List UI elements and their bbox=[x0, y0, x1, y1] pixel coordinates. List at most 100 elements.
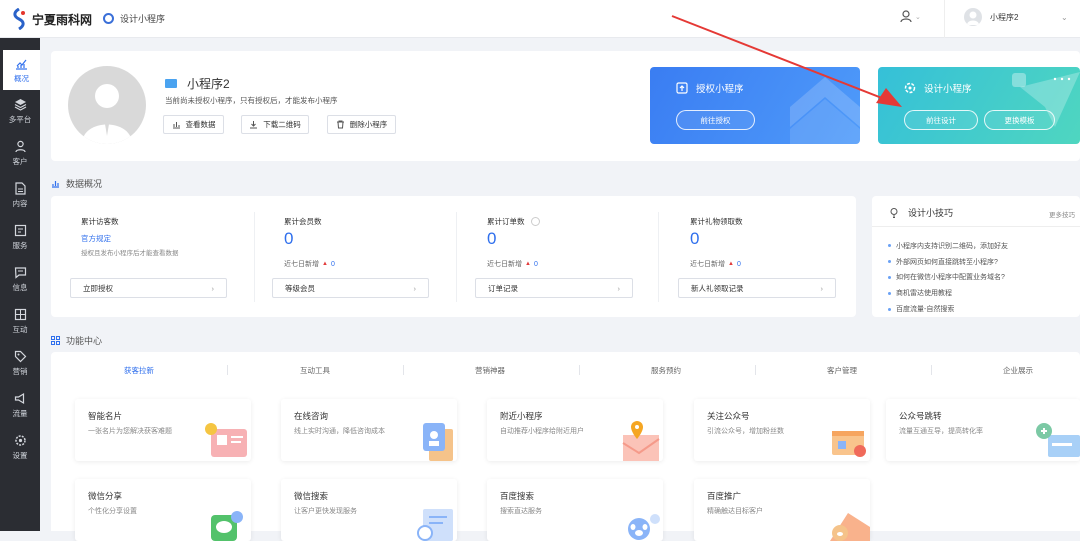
logo-icon bbox=[13, 8, 25, 30]
chevron-right-icon: › bbox=[820, 283, 824, 293]
info-icon[interactable] bbox=[530, 217, 540, 226]
tab-customer-management[interactable]: 客户管理 bbox=[827, 365, 857, 376]
avatar bbox=[964, 8, 982, 26]
bullet-icon bbox=[888, 275, 891, 279]
feature-card-nearby[interactable]: 附近小程序 自动推荐小程序给附近用户 bbox=[487, 399, 663, 461]
tab-company-showcase[interactable]: 企业展示 bbox=[1003, 365, 1033, 376]
sidebar-item-label: 互动 bbox=[12, 324, 28, 334]
feature-title: 百度推广 bbox=[707, 491, 742, 501]
sidebar-item-label: 概况 bbox=[14, 73, 29, 83]
chevron-right-icon: › bbox=[413, 283, 417, 293]
settings-icon bbox=[14, 434, 26, 446]
tab-interactive-tools[interactable]: 互动工具 bbox=[300, 365, 330, 376]
feature-card-account-jump[interactable]: 公众号跳转 流量互通互导，提高转化率 bbox=[886, 399, 1080, 461]
member-level-button[interactable]: 等级会员 › bbox=[272, 278, 429, 298]
gift-records-button[interactable]: 新人礼领取记录 › bbox=[678, 278, 836, 298]
design-icon bbox=[103, 13, 114, 24]
button-label: 查看数据 bbox=[185, 120, 216, 129]
jump-link-icon bbox=[1036, 423, 1080, 457]
more-tips-link[interactable]: 更多技巧 bbox=[1049, 209, 1080, 219]
tag-icon bbox=[14, 350, 26, 362]
tab-service-booking[interactable]: 服务预约 bbox=[651, 365, 681, 376]
service-icon bbox=[14, 224, 26, 236]
sidebar-item-messages[interactable]: 信息 bbox=[0, 259, 40, 299]
tip-item[interactable]: 如何在微信小程序中配置业务域名? bbox=[888, 270, 1008, 286]
baidu-paw-icon bbox=[628, 514, 660, 540]
tab-customer-acquisition[interactable]: 获客拉新 bbox=[124, 365, 154, 376]
stat-label: 累计礼物领取数 bbox=[690, 217, 743, 226]
sidebar-item-traffic[interactable]: 流量 bbox=[0, 385, 40, 425]
message-icon bbox=[14, 266, 26, 279]
feature-card-smart-card[interactable]: 智能名片 一张名片为您解决获客难题 bbox=[75, 399, 251, 461]
view-data-button[interactable]: 查看数据 bbox=[163, 115, 224, 134]
button-label: 等级会员 bbox=[285, 283, 315, 293]
tip-item[interactable]: 商机雷达使用教程 bbox=[888, 285, 1008, 301]
order-records-button[interactable]: 订单记录 › bbox=[475, 278, 633, 298]
feature-card-follow-account[interactable]: 关注公众号 引流公众号，增加粉丝数 bbox=[694, 399, 870, 461]
sidebar-item-label: 服务 bbox=[12, 240, 28, 250]
download-qrcode-button[interactable]: 下载二维码 bbox=[241, 115, 309, 134]
stat-sub: 近七日新增 ▲ 0 bbox=[487, 259, 538, 269]
feature-card-online-chat[interactable]: 在线咨询 线上实时沟通，降低咨询成本 bbox=[281, 399, 457, 461]
avatar bbox=[68, 66, 146, 144]
chevron-right-icon: › bbox=[617, 283, 621, 293]
sidebar-item-settings[interactable]: 设置 bbox=[0, 427, 40, 467]
stat-value: 0 bbox=[487, 229, 497, 248]
tip-item[interactable]: 百度流量-自然搜索 bbox=[888, 301, 1008, 317]
sidebar-item-interaction[interactable]: 互动 bbox=[0, 301, 40, 341]
divider bbox=[254, 212, 255, 302]
stat-sub-value: 0 bbox=[533, 260, 538, 268]
chart-icon bbox=[52, 181, 59, 188]
chevron-down-icon[interactable]: ⌄ bbox=[1061, 13, 1068, 22]
tip-text: 百度流量-自然搜索 bbox=[896, 306, 955, 314]
tip-text: 外部网页如何直接跳转至小程序? bbox=[896, 258, 998, 266]
layers-icon bbox=[14, 98, 26, 111]
account-switcher[interactable]: 小程序2 bbox=[964, 8, 1018, 26]
feature-card-baidu-promotion[interactable]: 百度推广 精确触达目标客户 bbox=[694, 479, 870, 541]
go-design-button[interactable]: 前往设计 bbox=[904, 110, 978, 130]
tip-item[interactable]: 小程序内支持识别二维码，添加好友 bbox=[888, 238, 1008, 254]
button-label: 删除小程序 bbox=[349, 120, 388, 129]
authorize-note: 当前尚未授权小程序，只有授权后，才能发布小程序 bbox=[165, 96, 338, 105]
interact-icon bbox=[14, 308, 26, 320]
feature-card-baidu-search[interactable]: 百度搜索 搜索直达服务 bbox=[487, 479, 663, 541]
feature-card-wechat-search[interactable]: 微信搜索 让客户更快发现服务 bbox=[281, 479, 457, 541]
design-title: 设计小程序 bbox=[924, 84, 972, 95]
chevron-right-icon: › bbox=[211, 283, 215, 293]
sidebar-item-multiplatform[interactable]: 多平台 bbox=[0, 91, 40, 131]
chart-icon bbox=[172, 122, 180, 129]
delete-miniprogram-button[interactable]: 删除小程序 bbox=[327, 115, 396, 134]
trash-icon bbox=[336, 120, 344, 129]
divider bbox=[931, 365, 932, 375]
map-pin-icon bbox=[622, 421, 660, 461]
divider bbox=[944, 0, 945, 38]
tab-marketing-tools[interactable]: 营销神器 bbox=[475, 365, 505, 376]
sidebar-item-label: 客户 bbox=[12, 156, 28, 166]
sidebar-item-service[interactable]: 服务 bbox=[0, 217, 40, 257]
stat-label: 累计访客数 bbox=[81, 217, 119, 226]
trend-up-icon: ▲ bbox=[525, 261, 531, 267]
design-tab-label: 设计小程序 bbox=[120, 14, 166, 24]
sidebar-item-overview[interactable]: 概况 bbox=[3, 50, 40, 90]
official-rules-link[interactable]: 官方规定 bbox=[81, 233, 111, 244]
sidebar-item-customers[interactable]: 客户 bbox=[0, 133, 40, 173]
sidebar-item-content[interactable]: 内容 bbox=[0, 175, 40, 215]
tip-item[interactable]: 外部网页如何直接跳转至小程序? bbox=[888, 254, 1008, 270]
feature-card-wechat-share[interactable]: 微信分享 个性化分享设置 bbox=[75, 479, 251, 541]
feature-title: 公众号跳转 bbox=[899, 411, 942, 421]
feature-title: 关注公众号 bbox=[707, 411, 750, 421]
divider bbox=[755, 365, 756, 375]
divider bbox=[658, 212, 659, 302]
stat-sub: 近七日新增 ▲ 0 bbox=[284, 259, 335, 269]
feature-title: 附近小程序 bbox=[500, 411, 543, 421]
feature-title: 微信搜索 bbox=[294, 491, 329, 501]
baidu-promotion-icon bbox=[830, 513, 870, 541]
annotation-arrow-icon bbox=[671, 15, 902, 107]
sidebar-item-marketing[interactable]: 营销 bbox=[0, 343, 40, 383]
design-miniprogram-tab[interactable]: 设计小程序 bbox=[103, 12, 165, 25]
change-template-button[interactable]: 更换模板 bbox=[984, 110, 1055, 130]
authorize-now-button[interactable]: 立即授权 › bbox=[70, 278, 227, 298]
top-bar: 宁夏雨科网 设计小程序 ⌄ 小程序2 ⌄ bbox=[0, 0, 1080, 38]
feature-title: 在线咨询 bbox=[294, 411, 329, 421]
site-logo[interactable]: 宁夏雨科网 bbox=[10, 8, 92, 30]
